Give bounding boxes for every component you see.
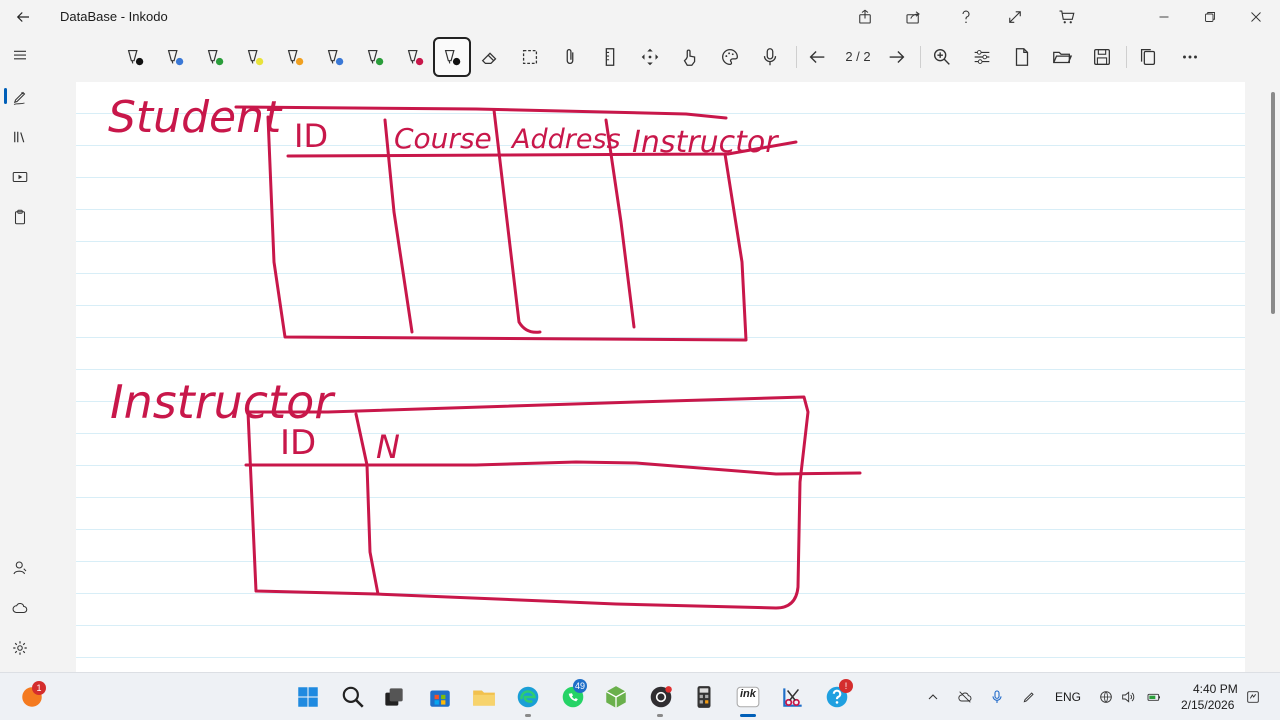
obs-app[interactable]: [645, 681, 677, 713]
attach-icon[interactable]: [553, 38, 587, 76]
edge-app[interactable]: [512, 681, 544, 713]
battery-icon[interactable]: [1144, 687, 1164, 707]
pen-blue-2-icon[interactable]: [318, 38, 352, 76]
file-explorer-app[interactable]: [468, 681, 500, 713]
clipboard-icon[interactable]: [7, 204, 33, 230]
pen-red-icon[interactable]: [398, 38, 432, 76]
student-header-id: ID: [294, 117, 328, 155]
microphone-icon[interactable]: [753, 38, 787, 76]
toolbar-separator: [796, 46, 797, 68]
copy-icon[interactable]: [1131, 38, 1165, 76]
vertical-scrollbar[interactable]: [1271, 92, 1275, 314]
cloud-icon[interactable]: [7, 595, 33, 621]
previous-page-icon[interactable]: [800, 38, 834, 76]
zoom-icon[interactable]: [925, 38, 959, 76]
restore-icon[interactable]: [1197, 4, 1223, 30]
title-bar: DataBase - Inkodo: [0, 0, 1280, 34]
expand-icon[interactable]: [1002, 4, 1028, 30]
snipping-tool-app[interactable]: [777, 681, 809, 713]
volume-icon[interactable]: [1118, 687, 1138, 707]
touch-icon[interactable]: [673, 38, 707, 76]
pen-tray-icon[interactable]: [1019, 687, 1039, 707]
running-app-indicator: [657, 714, 663, 717]
left-rail: [0, 34, 40, 672]
task-view-button[interactable]: [378, 681, 410, 713]
cart-icon[interactable]: [1054, 4, 1080, 30]
globe-icon[interactable]: [1096, 687, 1116, 707]
instructor-header-line: [244, 460, 862, 476]
page-indicator: 2 / 2: [845, 49, 871, 64]
share-out-icon[interactable]: [852, 4, 878, 30]
help-alert-badge: !: [839, 679, 853, 693]
eraser-icon[interactable]: [473, 38, 507, 76]
pen-black-selected-icon[interactable]: [433, 37, 471, 77]
save-icon[interactable]: [1085, 38, 1119, 76]
pen-orange-icon[interactable]: [278, 38, 312, 76]
pen-green-icon[interactable]: [198, 38, 232, 76]
lasso-select-icon[interactable]: [513, 38, 547, 76]
chevron-up-icon[interactable]: [923, 687, 943, 707]
ruler-icon[interactable]: [593, 38, 627, 76]
clock-time[interactable]: 4:40 PM: [1193, 682, 1238, 696]
whatsapp-badge: 49: [573, 679, 588, 693]
move-icon[interactable]: [633, 38, 667, 76]
cloud-off-icon[interactable]: [955, 687, 975, 707]
clock-date[interactable]: 2/15/2026: [1181, 698, 1234, 712]
start-button[interactable]: [292, 681, 324, 713]
open-folder-icon[interactable]: [1045, 38, 1079, 76]
toolbar-separator: [1126, 46, 1127, 68]
person-icon[interactable]: [7, 555, 33, 581]
microphone-tray-icon[interactable]: [987, 687, 1007, 707]
student-header-address: Address: [510, 124, 621, 155]
pen-blue-icon[interactable]: [158, 38, 192, 76]
notification-badge: 1: [32, 681, 46, 695]
instructor-divider: [354, 412, 380, 596]
share-icon[interactable]: [900, 4, 926, 30]
ink-canvas[interactable]: Student ID Course Address Instructor Ins…: [76, 82, 1245, 672]
pen-yellow-icon[interactable]: [238, 38, 272, 76]
store-app[interactable]: [424, 681, 456, 713]
notifications-icon[interactable]: [1243, 687, 1263, 707]
cube-app[interactable]: [600, 681, 632, 713]
whatsapp-app[interactable]: 49: [557, 679, 589, 713]
student-table-label: Student: [108, 92, 283, 143]
next-page-icon[interactable]: [880, 38, 914, 76]
hamburger-menu-icon[interactable]: [7, 42, 33, 68]
instructor-header-id: ID: [280, 423, 316, 463]
ink-layer: Student ID Course Address Instructor Ins…: [108, 92, 862, 610]
pen-mode-icon[interactable]: [7, 84, 33, 110]
slides-icon[interactable]: [7, 164, 33, 190]
student-header-instructor: Instructor: [632, 125, 779, 160]
taskbar: 1 ENG 4:40 PM 2/15/2026 49 ink!: [0, 672, 1280, 720]
close-icon[interactable]: [1243, 4, 1269, 30]
inkodo-app-label: ink: [740, 688, 756, 700]
search-button[interactable]: [337, 681, 369, 713]
calculator-app[interactable]: [688, 681, 720, 713]
toolbar-separator: [920, 46, 921, 68]
active-app-indicator: [740, 714, 756, 717]
back-arrow-icon[interactable]: [10, 4, 36, 30]
pen-green-2-icon[interactable]: [358, 38, 392, 76]
library-icon[interactable]: [7, 124, 33, 150]
running-app-indicator: [525, 714, 531, 717]
language-indicator[interactable]: ENG: [1055, 690, 1081, 704]
adjust-icon[interactable]: [965, 38, 999, 76]
pen-black-icon[interactable]: [118, 38, 152, 76]
more-icon[interactable]: [1173, 38, 1207, 76]
palette-icon[interactable]: [713, 38, 747, 76]
minimize-icon[interactable]: [1151, 4, 1177, 30]
settings-icon[interactable]: [7, 635, 33, 661]
new-page-icon[interactable]: [1005, 38, 1039, 76]
inkodo-app[interactable]: ink: [732, 681, 764, 713]
help-icon[interactable]: [953, 4, 979, 30]
instructor-header-name-partial: N: [376, 428, 400, 466]
notification-app-icon[interactable]: 1: [16, 681, 48, 713]
instructor-table-label: Instructor: [110, 375, 336, 429]
student-header-course: Course: [394, 122, 492, 155]
toolbar: 2 / 2: [0, 34, 1280, 80]
window-title: DataBase - Inkodo: [60, 9, 168, 24]
